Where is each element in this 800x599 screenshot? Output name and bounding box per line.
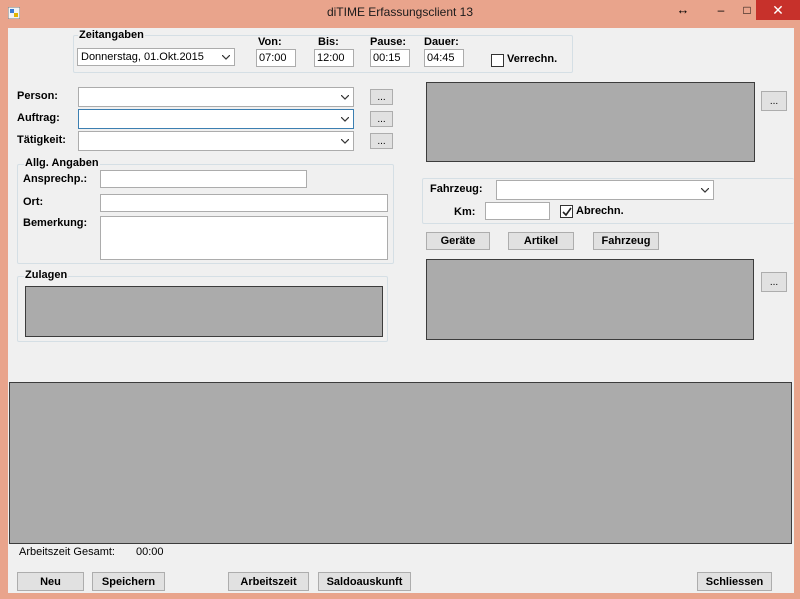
abrechn-label: Abrechn. [576, 205, 624, 217]
fahrzeug-button[interactable]: Fahrzeug [593, 232, 659, 250]
app-window: diTIME Erfassungsclient 13 ↔ – □ ✕ Zeita… [0, 0, 800, 599]
close-button[interactable]: ✕ [756, 0, 800, 20]
arbeitszeit-gesamt-label: Arbeitszeit Gesamt: [19, 546, 115, 558]
allg-angaben-title: Allg. Angaben [24, 157, 100, 169]
arbeitszeit-button[interactable]: Arbeitszeit [228, 572, 309, 591]
check-icon [562, 207, 572, 217]
taetigkeit-combo[interactable] [78, 131, 354, 151]
ansprechp-field[interactable] [100, 170, 307, 188]
chevron-down-icon[interactable] [218, 49, 234, 65]
minimize-button[interactable]: – [709, 0, 733, 20]
date-value: Donnerstag, 01.Okt.2015 [81, 51, 204, 63]
auftrag-details-panel[interactable] [426, 82, 755, 162]
artikel-button[interactable]: Artikel [508, 232, 574, 250]
taetigkeit-label: Tätigkeit: [17, 134, 66, 146]
zulagen-list[interactable] [25, 286, 383, 337]
geraete-button[interactable]: Geräte [426, 232, 490, 250]
von-label: Von: [258, 36, 282, 48]
dauer-label: Dauer: [424, 36, 459, 48]
chevron-down-icon[interactable] [337, 132, 353, 150]
auftrag-label: Auftrag: [17, 112, 60, 124]
pause-field[interactable]: 00:15 [370, 49, 410, 67]
zulagen-title: Zulagen [24, 269, 69, 281]
fahrzeug-combo[interactable] [496, 180, 714, 200]
bis-field[interactable]: 12:00 [314, 49, 354, 67]
neu-button[interactable]: Neu [17, 572, 84, 591]
chevron-down-icon[interactable] [337, 110, 353, 128]
resize-icon[interactable]: ↔ [672, 0, 694, 20]
ansprechp-label: Ansprechp.: [23, 173, 88, 185]
entries-grid[interactable] [9, 382, 792, 544]
fahrzeug-label: Fahrzeug: [430, 183, 483, 195]
chevron-down-icon[interactable] [337, 88, 353, 106]
person-combo[interactable] [78, 87, 354, 107]
title-bar[interactable]: diTIME Erfassungsclient 13 ↔ – □ ✕ [0, 0, 800, 28]
arbeitszeit-gesamt-value: 00:00 [136, 546, 164, 558]
pause-label: Pause: [370, 36, 407, 48]
bis-label: Bis: [318, 36, 339, 48]
dauer-field[interactable]: 04:45 [424, 49, 464, 67]
verrechn-checkbox[interactable] [491, 54, 504, 67]
chevron-down-icon[interactable] [697, 181, 713, 199]
schliessen-button[interactable]: Schliessen [697, 572, 772, 591]
zeitangaben-title: Zeitangaben [78, 29, 145, 41]
auftrag-browse-button[interactable]: ... [370, 111, 393, 127]
taetigkeit-browse-button[interactable]: ... [370, 133, 393, 149]
ort-field[interactable] [100, 194, 388, 212]
von-field[interactable]: 07:00 [256, 49, 296, 67]
date-picker[interactable]: Donnerstag, 01.Okt.2015 [77, 48, 235, 66]
details-browse-button[interactable]: ... [761, 91, 787, 111]
saldoauskunft-button[interactable]: Saldoauskunft [318, 572, 411, 591]
speichern-button[interactable]: Speichern [92, 572, 165, 591]
bemerkung-field[interactable] [100, 216, 388, 260]
bemerkung-label: Bemerkung: [23, 217, 88, 229]
km-field[interactable] [485, 202, 550, 220]
client-area: Zeitangaben Donnerstag, 01.Okt.2015 Von:… [8, 28, 794, 593]
positions-panel[interactable] [426, 259, 754, 340]
verrechn-label: Verrechn. [507, 53, 558, 65]
abrechn-checkbox[interactable] [560, 205, 573, 218]
auftrag-combo[interactable] [78, 109, 354, 129]
positions-browse-button[interactable]: ... [761, 272, 787, 292]
person-browse-button[interactable]: ... [370, 89, 393, 105]
ort-label: Ort: [23, 196, 44, 208]
km-label: Km: [454, 206, 476, 218]
person-label: Person: [17, 90, 58, 102]
